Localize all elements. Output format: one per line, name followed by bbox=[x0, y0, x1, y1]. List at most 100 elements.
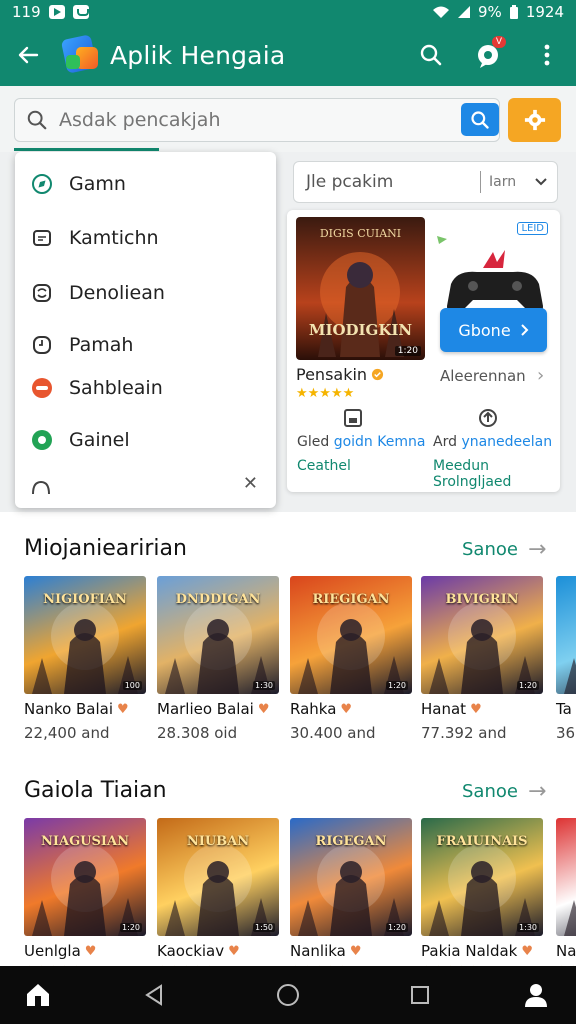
game-count: 30.400 and bbox=[290, 724, 376, 742]
game-thumbnail[interactable]: FRAIUINAIS 1:30 bbox=[421, 818, 543, 936]
refresh-icon bbox=[33, 284, 51, 302]
play-store-icon bbox=[48, 5, 65, 19]
menu-item-gallery[interactable]: Gainel bbox=[15, 417, 276, 463]
heart-icon[interactable]: ♥ bbox=[521, 944, 533, 959]
menu-item-games[interactable]: Gamn bbox=[15, 161, 276, 207]
notifications-button[interactable]: V bbox=[460, 24, 518, 86]
message-icon bbox=[72, 5, 89, 19]
game-tile[interactable]: Ta 36 bbox=[556, 576, 576, 742]
heart-icon[interactable]: ♥ bbox=[258, 702, 270, 717]
game-thumbnail[interactable]: BIVIGRIN 1:20 bbox=[421, 576, 543, 694]
heart-icon[interactable]: ♥ bbox=[470, 702, 482, 717]
chevron-right-icon[interactable]: › bbox=[537, 365, 544, 386]
app-screen: 119 9% 1924 Aplik Hengaia V Asdak pencak… bbox=[0, 0, 576, 1024]
game-tile[interactable]: DNDDIGAN 1:30 Marlieo Balai ♥ 28.308 oid bbox=[157, 576, 279, 742]
profile-button[interactable] bbox=[506, 966, 566, 1024]
game-thumbnail[interactable]: NIGIOFIAN 100 bbox=[24, 576, 146, 694]
featured-alt-link[interactable]: Aleerennan bbox=[440, 367, 526, 385]
menu-item-subscriptions[interactable]: Sahbleain bbox=[15, 365, 276, 411]
close-menu-button[interactable]: ✕ bbox=[243, 473, 258, 494]
menu-item-label: Denoliean bbox=[69, 282, 165, 304]
featured-info-1-a: Gled bbox=[297, 434, 330, 450]
menu-item-categories[interactable]: Kamtichn bbox=[15, 215, 276, 261]
battery-percent: 9% bbox=[478, 3, 502, 21]
app-title: Aplik Hengaia bbox=[110, 40, 286, 70]
menu-item-label: Kamtichn bbox=[69, 227, 159, 249]
filter-settings-button[interactable] bbox=[508, 98, 561, 142]
game-name: Pakia Naldak bbox=[421, 942, 518, 960]
search-input[interactable] bbox=[59, 109, 439, 131]
heart-icon[interactable]: ♥ bbox=[117, 702, 129, 717]
featured-title-row: Pensakin bbox=[296, 365, 384, 384]
heart-icon[interactable]: ♥ bbox=[350, 944, 362, 959]
game-tile[interactable]: Na★★★★★ bbox=[556, 818, 576, 979]
featured-image[interactable]: DIGIS CUIANI MIODIGKIN 1:20 bbox=[296, 217, 425, 360]
clock-icon bbox=[33, 336, 51, 354]
home-icon bbox=[27, 984, 49, 1006]
heart-icon[interactable]: ♥ bbox=[340, 702, 352, 717]
featured-info-1-b[interactable]: goidn Kemna bbox=[334, 434, 426, 450]
back-button[interactable] bbox=[0, 24, 56, 86]
active-tab-indicator bbox=[14, 148, 159, 151]
game-thumbnail[interactable]: NIUBAN 1:50 bbox=[157, 818, 279, 936]
game-name: Na bbox=[556, 942, 576, 960]
sort-dropdown[interactable]: Jle pcakim Iarn bbox=[293, 161, 558, 203]
game-thumbnail[interactable]: RIGEGAN 1:20 bbox=[290, 818, 412, 936]
nav-recents-button[interactable] bbox=[390, 966, 450, 1024]
nav-back-button[interactable] bbox=[124, 966, 184, 1024]
heart-icon[interactable]: ♥ bbox=[85, 944, 97, 959]
upload-icon bbox=[479, 409, 497, 427]
game-thumbnail[interactable] bbox=[556, 818, 576, 936]
search-row bbox=[0, 86, 576, 152]
nav-home-button[interactable] bbox=[258, 966, 318, 1024]
menu-item-label: Gamn bbox=[69, 173, 126, 195]
featured-info-2-b[interactable]: ynanedeelan bbox=[461, 434, 552, 450]
game-name: Nanko Balai bbox=[24, 700, 114, 718]
home-app-button[interactable] bbox=[8, 966, 68, 1024]
game-tile[interactable]: NIAGUSIAN1:20Uenlgla♥★★★★★ bbox=[24, 818, 146, 979]
status-bar: 119 9% 1924 bbox=[0, 0, 576, 24]
game-art-title: RIGEGAN bbox=[315, 834, 387, 849]
menu-item-label: Sahbleain bbox=[69, 377, 163, 399]
arrow-right-icon: → bbox=[527, 779, 547, 804]
game-tile[interactable]: RIEGIGAN 1:20 Rahka ♥ 30.400 and bbox=[290, 576, 412, 742]
game-tile[interactable]: NIUBAN1:50Kaockiav♥★★★★★ bbox=[157, 818, 279, 979]
back-arrow-icon bbox=[18, 46, 39, 64]
badge-icon bbox=[32, 430, 52, 450]
game-name: Rahka bbox=[290, 700, 337, 718]
search-button[interactable] bbox=[402, 24, 460, 86]
game-thumbnail[interactable]: RIEGIGAN 1:20 bbox=[290, 576, 412, 694]
game-art-title: FRAIUINAIS bbox=[436, 834, 528, 849]
game-name-row: Hanat ♥ bbox=[421, 700, 543, 718]
search-icon bbox=[420, 44, 442, 66]
featured-go-button[interactable]: Gbone bbox=[440, 308, 547, 352]
section-see-all[interactable]: Sanoe → bbox=[462, 537, 546, 562]
search-submit-button[interactable] bbox=[461, 103, 499, 136]
game-thumbnail[interactable] bbox=[556, 576, 576, 694]
game-art-title: NIUBAN bbox=[186, 834, 250, 849]
square-recents-icon bbox=[411, 986, 429, 1004]
menu-item-downloads[interactable]: Denoliean bbox=[15, 270, 276, 316]
game-tile[interactable]: BIVIGRIN 1:20 Hanat ♥ 77.392 and bbox=[421, 576, 543, 742]
sort-value: Iarn bbox=[489, 174, 517, 190]
overflow-menu-button[interactable] bbox=[518, 24, 576, 86]
duration-tag: 1:20 bbox=[517, 681, 539, 690]
game-tile[interactable]: RIGEGAN1:20Nanlika♥★★★★★ bbox=[290, 818, 412, 979]
game-tile[interactable]: FRAIUINAIS1:30Pakia Naldak♥★★★★★ bbox=[421, 818, 543, 979]
game-tile[interactable]: NIGIOFIAN 100 Nanko Balai ♥ 22,400 and bbox=[24, 576, 146, 742]
featured-info-1-c[interactable]: Ceathel bbox=[297, 458, 351, 474]
heart-icon[interactable]: ♥ bbox=[228, 944, 240, 959]
game-thumbnail[interactable]: DNDDIGAN 1:30 bbox=[157, 576, 279, 694]
see-all-label: Sanoe bbox=[462, 539, 518, 560]
featured-info-2-c[interactable]: Meedun Srolngljaed bbox=[433, 458, 560, 490]
menu-item-history[interactable]: Pamah bbox=[15, 322, 276, 368]
duration-tag: 100 bbox=[122, 681, 142, 690]
section-see-all[interactable]: Sanoe → bbox=[462, 779, 546, 804]
see-all-label: Sanoe bbox=[462, 781, 518, 802]
save-icon bbox=[344, 409, 362, 427]
status-time: 119 bbox=[12, 3, 41, 21]
game-thumbnail[interactable]: NIAGUSIAN 1:20 bbox=[24, 818, 146, 936]
game-name: Nanlika bbox=[290, 942, 346, 960]
chevron-down-icon bbox=[535, 178, 547, 186]
featured-card[interactable]: DIGIS CUIANI MIODIGKIN 1:20 LEID Gbone P… bbox=[287, 210, 560, 492]
